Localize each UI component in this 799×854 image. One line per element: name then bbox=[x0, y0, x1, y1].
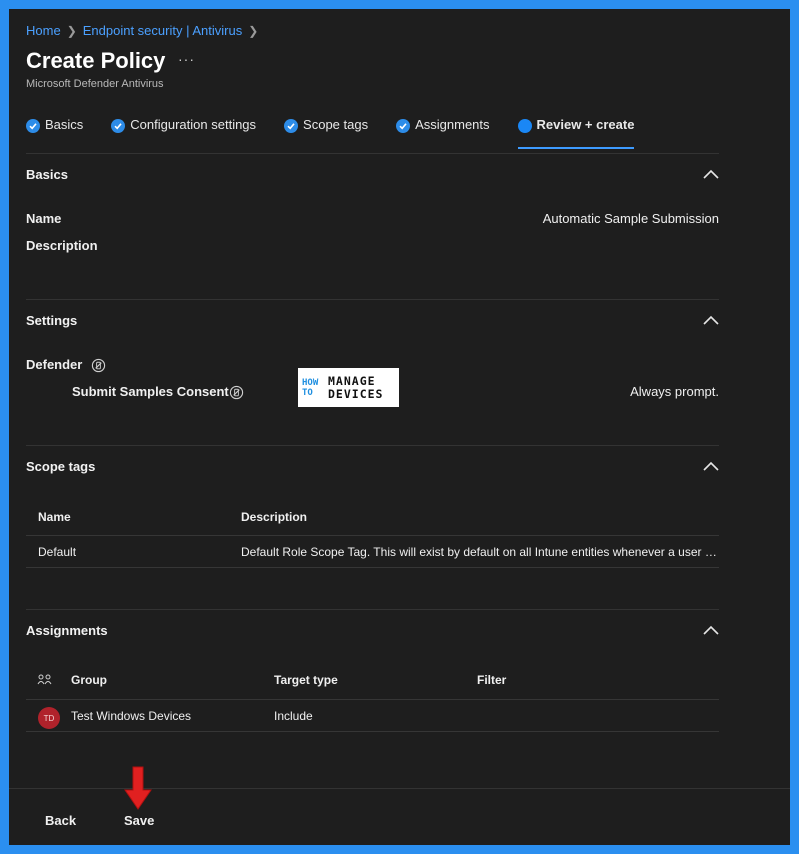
how-to-manage-devices-logo: HOW TO MANAGE DEVICES bbox=[298, 368, 399, 407]
red-arrow-annotation-icon bbox=[124, 766, 152, 810]
submit-samples-consent-label: Submit Samples Consent bbox=[72, 384, 229, 399]
chevron-up-icon[interactable] bbox=[703, 460, 719, 472]
logo-how-to: HOW TO bbox=[302, 378, 328, 398]
tab-label: Review + create bbox=[536, 117, 635, 132]
row-divider bbox=[26, 567, 719, 568]
chevron-up-icon[interactable] bbox=[703, 168, 719, 180]
checkmark-icon bbox=[26, 119, 40, 133]
checkmark-icon bbox=[284, 119, 299, 133]
scope-tag-description-cell: Default Role Scope Tag. This will exist … bbox=[241, 545, 717, 559]
row-divider bbox=[26, 731, 719, 732]
column-header-target-type: Target type bbox=[274, 673, 338, 687]
divider bbox=[26, 445, 719, 446]
divider bbox=[26, 299, 719, 300]
section-title-assignments: Assignments bbox=[26, 623, 108, 638]
info-icon[interactable] bbox=[229, 385, 244, 400]
tab-label: Basics bbox=[45, 117, 84, 132]
logo-text: HOW bbox=[302, 377, 319, 388]
wizard-tabs: Basics Configuration settings Scope tags… bbox=[26, 117, 662, 149]
chevron-right-icon: ❯ bbox=[248, 23, 259, 38]
description-label: Description bbox=[26, 238, 98, 253]
checkmark-icon bbox=[396, 119, 411, 133]
group-avatar: TD bbox=[38, 707, 60, 729]
tab-label: Assignments bbox=[415, 117, 490, 132]
tab-scope-tags[interactable]: Scope tags bbox=[284, 117, 368, 147]
tab-assignments[interactable]: Assignments bbox=[396, 117, 490, 147]
group-icon bbox=[37, 674, 52, 685]
row-divider bbox=[26, 699, 719, 700]
current-step-icon bbox=[517, 119, 532, 133]
scope-tag-name-cell: Default bbox=[38, 545, 77, 559]
page-subtitle: Microsoft Defender Antivirus bbox=[26, 78, 164, 90]
tab-configuration-settings[interactable]: Configuration settings bbox=[111, 117, 256, 147]
breadcrumb-antivirus-link[interactable]: Endpoint security | Antivirus bbox=[83, 23, 242, 38]
breadcrumb-home-link[interactable]: Home bbox=[26, 23, 61, 38]
tab-label: Configuration settings bbox=[130, 117, 257, 132]
tab-label: Scope tags bbox=[303, 117, 369, 132]
column-header-group: Group bbox=[71, 673, 107, 687]
logo-text: DEVICES bbox=[328, 386, 384, 401]
save-button[interactable]: Save bbox=[124, 813, 154, 828]
back-button[interactable]: Back bbox=[45, 813, 76, 828]
section-title-basics: Basics bbox=[26, 167, 68, 182]
column-header-name: Name bbox=[38, 510, 71, 524]
breadcrumb: Home ❯ Endpoint security | Antivirus ❯ bbox=[26, 23, 258, 38]
section-title-settings: Settings bbox=[26, 313, 78, 328]
info-icon[interactable] bbox=[91, 358, 106, 373]
defender-group-label: Defender bbox=[26, 357, 83, 372]
divider bbox=[26, 153, 719, 154]
logo-manage-devices: MANAGE DEVICES bbox=[328, 373, 384, 401]
logo-text: MANAGE bbox=[328, 373, 376, 388]
name-value: Automatic Sample Submission bbox=[542, 211, 719, 226]
column-header-description: Description bbox=[241, 510, 308, 524]
divider bbox=[26, 609, 719, 610]
chevron-up-icon[interactable] bbox=[703, 314, 719, 326]
assignment-group-cell: Test Windows Devices bbox=[71, 709, 192, 723]
create-policy-blade: Home ❯ Endpoint security | Antivirus ❯ C… bbox=[9, 9, 790, 845]
submit-samples-consent-value: Always prompt. bbox=[630, 384, 719, 399]
chevron-up-icon[interactable] bbox=[703, 624, 719, 636]
name-label: Name bbox=[26, 211, 62, 226]
tab-basics[interactable]: Basics bbox=[26, 117, 83, 147]
chevron-right-icon: ❯ bbox=[66, 23, 77, 38]
row-divider bbox=[26, 535, 719, 536]
page-title: Create Policy bbox=[26, 48, 166, 73]
tab-review-create[interactable]: Review + create bbox=[517, 117, 635, 149]
more-options-button[interactable]: ··· bbox=[178, 51, 195, 67]
column-header-filter: Filter bbox=[477, 673, 507, 687]
checkmark-icon bbox=[111, 119, 126, 133]
logo-text: TO bbox=[302, 387, 313, 398]
assignment-target-type-cell: Include bbox=[274, 709, 313, 723]
section-title-scope-tags: Scope tags bbox=[26, 459, 96, 474]
